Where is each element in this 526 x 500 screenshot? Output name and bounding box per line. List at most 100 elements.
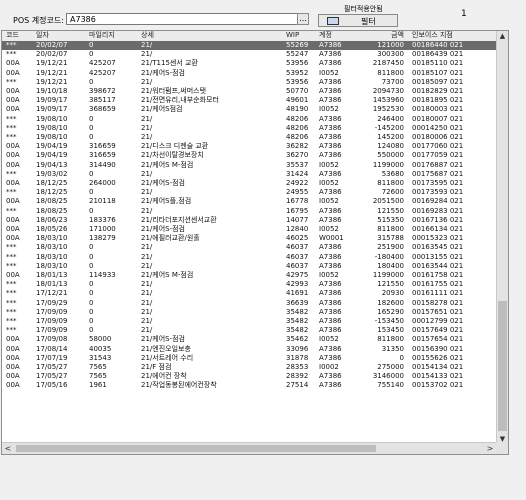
table-row[interactable]: *** 19/08/10 0 21/48206 A7386 246400 00180007 … (2, 115, 496, 124)
table-cell: 00155626 021 (412, 353, 464, 362)
scroll-left-icon[interactable]: < (2, 443, 14, 454)
table-row[interactable]: *** 17/09/09 0 21/35482 A7386 165290 00157651 … (2, 308, 496, 317)
column-header[interactable]: 코드 (6, 31, 34, 40)
records-grid[interactable]: 코드 일자 마일리지 상세 WIP 계정 금액 인보이스 지점 *** 20/02/07 0 21/… (1, 30, 509, 455)
table-cell: 73700 (381, 77, 404, 86)
table-cell: 21/ (141, 289, 153, 298)
table-row[interactable]: *** 19/03/02 0 21/31424 A7386 53680 00175687 0… (2, 170, 496, 179)
table-cell: W0001 (319, 234, 344, 243)
table-row[interactable]: *** 19/08/10 0 21/48206 A7386 -145200 00014250… (2, 124, 496, 133)
table-cell: 14077 (286, 215, 309, 224)
table-cell: 210118 (89, 197, 116, 206)
table-cell: 18/06/23 (36, 215, 68, 224)
table-cell: A7386 (319, 133, 342, 141)
table-row[interactable]: *** 18/03/10 0 21/46037 A7386 -180400 00013155… (2, 253, 496, 262)
column-header[interactable]: 일자 (36, 31, 86, 40)
table-cell: 00185097 021 (412, 77, 464, 86)
vertical-scroll-thumb[interactable] (498, 301, 507, 431)
table-row[interactable]: *** 20/02/07 0 21/55269 A7386 121000 00186440 … (2, 41, 496, 51)
horizontal-scrollbar[interactable]: < > (2, 442, 496, 454)
table-cell: 00163544 021 (412, 261, 464, 270)
table-row[interactable]: 00A 18/05/26 171000 21/케어S-점검 12840 I0052 8118… (2, 225, 496, 234)
pos-account-input[interactable]: A7386 (66, 13, 304, 25)
table-cell: 264000 (89, 179, 116, 187)
table-cell: 2187450 (372, 59, 404, 68)
table-cell: 00180006 021 (412, 133, 464, 141)
table-cell: *** (6, 307, 17, 316)
table-cell: 00014250 021 (412, 123, 464, 132)
table-cell: I0052 (319, 68, 339, 77)
table-row[interactable]: 00A 18/06/23 183376 21/리타더포지션센서교환 14077 A7386… (2, 216, 496, 225)
table-cell: 00A (6, 142, 20, 151)
table-row[interactable]: 00A 19/04/13 314490 21/케어S M-점검 35537 I0052 11… (2, 161, 496, 170)
column-header[interactable]: 금액 (364, 31, 404, 40)
table-row[interactable]: *** 17/12/21 0 21/41691 A7386 20930 00161111 0… (2, 289, 496, 298)
table-cell: *** (6, 206, 17, 215)
table-cell: 21/ (141, 123, 153, 132)
table-row[interactable]: 00A 17/05/27 7565 21/에어컨 장착 28392 A7386 314600… (2, 372, 496, 381)
table-row[interactable]: *** 18/03/10 0 21/46037 A7386 251900 00163545 … (2, 243, 496, 252)
table-row[interactable]: 00A 18/12/25 264000 21/케어S-점검 24922 I0052 8118… (2, 179, 496, 188)
table-row[interactable]: *** 19/12/21 0 21/53956 A7386 73700 00185097 0… (2, 78, 496, 87)
column-header[interactable]: 마일리지 (89, 31, 137, 40)
column-header[interactable]: 계정 (319, 31, 361, 40)
table-cell: 00A (6, 381, 20, 390)
table-row[interactable]: 00A 19/04/19 316659 21/디스크 디젠슬 교환 36282 A7386… (2, 142, 496, 151)
table-row[interactable]: 00A 17/05/16 1961 21/작업동봉된에어컨장착 27514 A7386 75… (2, 381, 496, 390)
table-row[interactable]: 00A 17/07/19 31543 21/서트레어 수리 31878 A7386 0 001… (2, 354, 496, 363)
vertical-scrollbar[interactable]: ▲ ▼ (496, 31, 508, 444)
table-cell: I0052 (319, 335, 339, 344)
table-cell: 48206 (286, 114, 309, 123)
table-cell: 246400 (377, 114, 404, 123)
table-cell: 1961 (89, 381, 107, 390)
table-row[interactable]: 00A 19/12/21 425207 21/케어S-점검 53952 I0052 8118… (2, 69, 496, 78)
table-row[interactable]: 00A 17/09/08 58000 21/케어S-점검 35462 I0052 81180… (2, 335, 496, 344)
table-row[interactable]: 00A 18/01/13 114933 21/케어S M-점검 42975 I0052 11… (2, 271, 496, 280)
table-cell: A7386 (319, 41, 342, 49)
table-row[interactable]: *** 18/01/13 0 21/42993 A7386 121550 00161755 … (2, 280, 496, 289)
scroll-corner (496, 442, 508, 454)
table-cell: *** (6, 326, 17, 335)
browse-button[interactable]: ... (297, 13, 309, 25)
table-cell: A7386 (319, 252, 342, 261)
filter-button[interactable]: 필터 (318, 14, 398, 27)
scroll-up-icon[interactable]: ▲ (497, 31, 508, 41)
table-row[interactable]: 00A 19/12/21 425207 21/T115센서 교환 53956 A7386 2… (2, 59, 496, 68)
table-cell: 48206 (286, 123, 309, 132)
scroll-right-icon[interactable]: > (484, 443, 496, 454)
horizontal-scroll-thumb[interactable] (16, 445, 376, 452)
table-cell: 275000 (377, 363, 404, 371)
table-row[interactable]: *** 20/02/07 0 21/55247 A7386 300300 00186439 … (2, 50, 496, 59)
table-row[interactable]: *** 18/12/25 0 21/24955 A7386 72600 00173593 0… (2, 188, 496, 197)
table-cell: 21/ (141, 133, 153, 141)
table-row[interactable]: 00A 19/10/18 398672 21/워터펌프,써머스탯 50770 A7386 2… (2, 87, 496, 96)
table-row[interactable]: 00A 19/09/17 385117 21/전면유리,내부순화모터 49601 A738… (2, 96, 496, 105)
table-row[interactable]: *** 19/08/10 0 21/48206 A7386 145200 00180006 … (2, 133, 496, 142)
table-row[interactable]: 00A 17/08/14 40035 21/엔진오일보충 33096 A7386 31350… (2, 345, 496, 354)
table-row[interactable]: 00A 18/08/25 210118 21/케어S플,점검 16778 I0052 205… (2, 197, 496, 206)
table-row[interactable]: 00A 19/09/17 368659 21/케어S점검 48190 I0052 19525… (2, 105, 496, 114)
column-header[interactable]: 상세 (141, 31, 281, 40)
table-row[interactable]: *** 18/03/10 0 21/46037 A7386 180400 00163544 … (2, 262, 496, 271)
table-cell: 19/08/10 (36, 123, 68, 132)
table-row[interactable]: 00A 17/05/27 7565 21/F 점검 28353 I0002 275000 00… (2, 363, 496, 372)
table-cell: 00161755 021 (412, 280, 464, 289)
table-cell: 0 (89, 280, 94, 289)
table-cell: 2051500 (372, 197, 404, 206)
table-row[interactable]: *** 17/09/09 0 21/35482 A7386 -153450 00012799… (2, 317, 496, 326)
table-cell: 251900 (377, 243, 404, 252)
table-row[interactable]: *** 17/09/09 0 21/35482 A7386 153450 00157649 … (2, 326, 496, 335)
table-row[interactable]: 00A 19/04/19 316659 21/차선이탈경보장치 36270 A7386 55… (2, 151, 496, 160)
table-cell: 385117 (89, 96, 116, 105)
table-cell: 55247 (286, 50, 309, 59)
column-header[interactable]: WIP (286, 31, 316, 40)
table-row[interactable]: *** 18/08/25 0 21/16795 A7386 121550 00169283 … (2, 207, 496, 216)
top-toolbar: POS 계정코드: A7386 ... 필터적용안됨 필터 1 (0, 0, 526, 30)
table-cell: 18/03/10 (36, 261, 68, 270)
table-row[interactable]: *** 17/09/29 0 21/36639 A7386 182600 00158278 … (2, 299, 496, 308)
table-row[interactable]: 00A 18/03/10 138279 21/에필러교환/원홀 46025 W0001 31… (2, 234, 496, 243)
column-header[interactable]: 인보이스 지점 (412, 31, 496, 40)
table-cell: 27514 (286, 381, 309, 390)
table-cell: 19/04/13 (36, 160, 68, 169)
table-cell: 21/케어S플,점검 (141, 197, 192, 206)
